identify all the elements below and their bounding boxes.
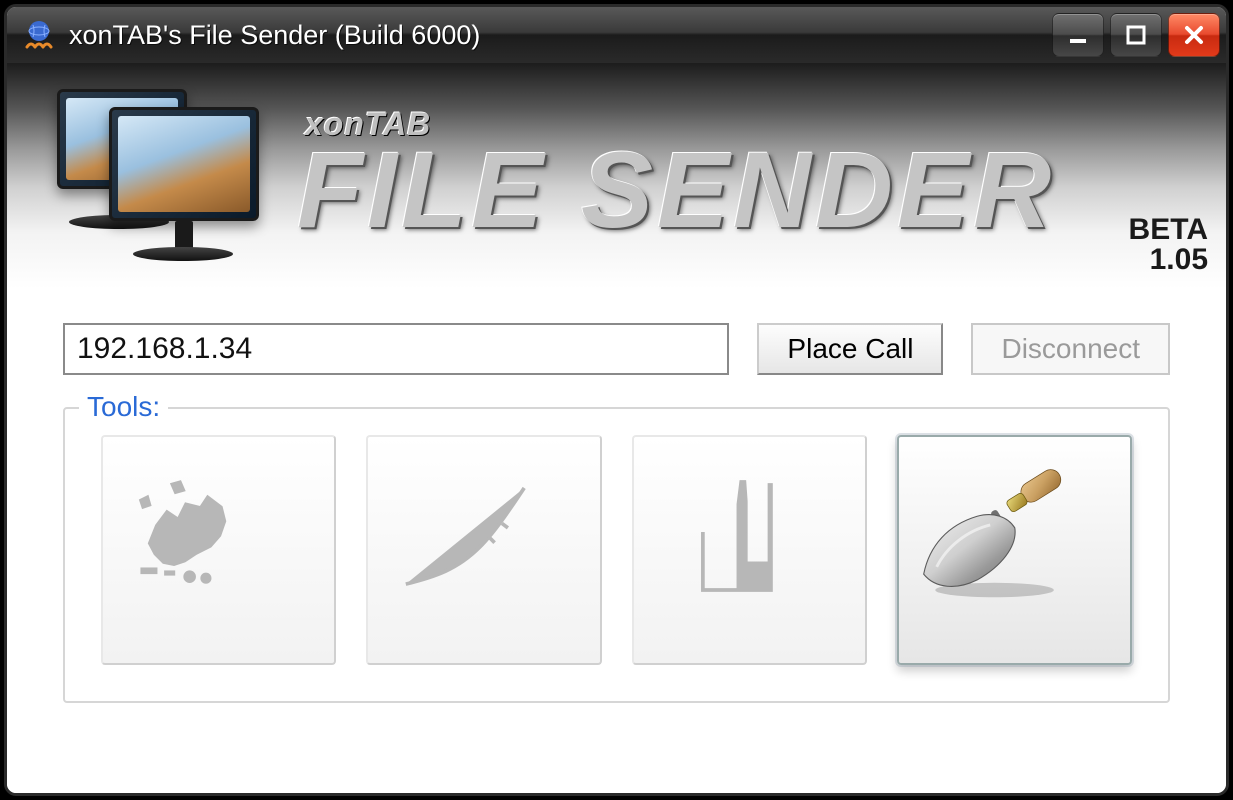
beta-version: 1.05 (1129, 245, 1208, 275)
client-area: Place Call Disconnect Tools: (7, 289, 1226, 793)
tool-button-2[interactable] (366, 435, 601, 665)
beta-label: BETA (1129, 215, 1208, 245)
window-title: xonTAB's File Sender (Build 6000) (69, 20, 1052, 51)
maximize-button[interactable] (1110, 13, 1162, 57)
tool-3-icon (657, 460, 842, 641)
tool-button-3[interactable] (632, 435, 867, 665)
banner: xonTAB FILE SENDER BETA 1.05 (7, 63, 1226, 289)
place-call-button[interactable]: Place Call (757, 323, 943, 375)
tool-button-trowel[interactable] (897, 435, 1132, 665)
tool-1-icon (126, 460, 311, 641)
tools-legend: Tools: (79, 391, 168, 423)
beta-badge: BETA 1.05 (1129, 215, 1208, 275)
banner-title-text: FILE SENDER (297, 133, 1055, 246)
trowel-icon (915, 453, 1114, 647)
tools-row (101, 435, 1132, 665)
minimize-button[interactable] (1052, 13, 1104, 57)
monitors-graphic (47, 81, 267, 271)
ip-address-input[interactable] (63, 323, 729, 375)
call-row: Place Call Disconnect (63, 323, 1170, 375)
tool-button-1[interactable] (101, 435, 336, 665)
tool-2-icon (391, 460, 576, 641)
window-controls (1052, 13, 1220, 57)
titlebar[interactable]: xonTAB's File Sender (Build 6000) (7, 7, 1226, 63)
disconnect-button[interactable]: Disconnect (971, 323, 1170, 375)
app-icon (21, 17, 57, 53)
app-window: xonTAB's File Sender (Build 6000) xonTAB… (4, 4, 1229, 796)
tools-group: Tools: (63, 407, 1170, 703)
close-button[interactable] (1168, 13, 1220, 57)
